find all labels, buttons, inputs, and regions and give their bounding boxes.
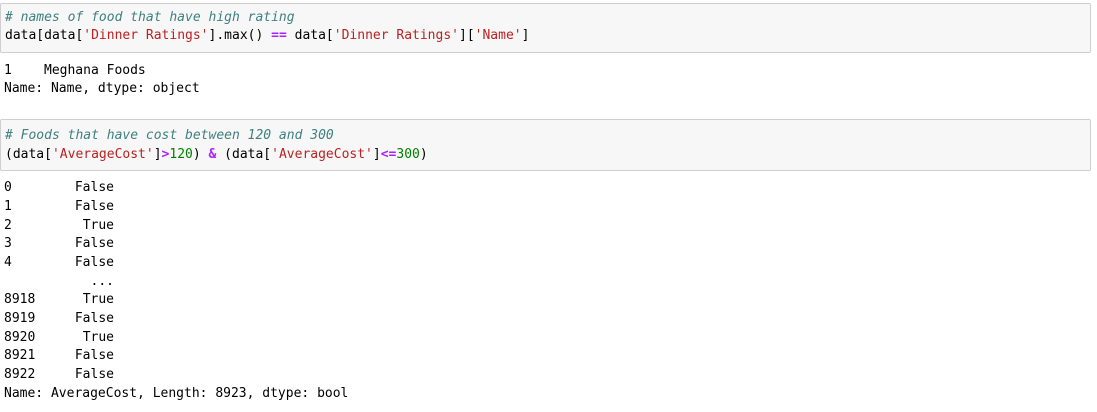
code-token: ].max() [208,28,272,43]
output-value: Meghana Foods [44,63,146,78]
code-token: data[ [286,28,334,43]
series-index: 2 [4,218,12,233]
code-cell-1-input[interactable]: # names of food that have high rating da… [0,3,1091,53]
series-index: 8921 [4,348,36,363]
series-value: False [74,180,114,195]
series-index: 8922 [4,367,36,382]
series-index: 8919 [4,311,36,326]
series-value: False [74,236,114,251]
series-index: 8918 [4,292,36,307]
series-index: 8920 [4,330,36,345]
code-line: data[data['Dinner Ratings'].max() == dat… [5,27,529,45]
series-index: 3 [4,236,12,251]
number-literal: 300 [396,147,420,162]
operator: == [271,28,287,43]
code-token: (data[ [216,147,272,162]
code-token: data[data[ [5,28,84,43]
series-index: 0 [4,180,12,195]
series-index: 1 [4,199,12,214]
code-cell-2-input[interactable]: # Foods that have cost between 120 and 3… [0,119,1091,171]
code-token: ][ [459,28,475,43]
series-value: False [74,255,114,270]
code-token: ] [153,147,162,162]
series-value: True [82,330,114,345]
series-value: True [82,218,114,233]
series-ellipsis: ... [90,274,114,289]
code-comment: # Foods that have cost between 120 and 3… [5,128,334,143]
code-comment: # names of food that have high rating [5,10,295,25]
string-literal: 'Dinner Ratings' [83,28,209,43]
series-value: False [74,311,114,326]
code-token: ) [419,147,428,162]
code-token: ] [372,147,381,162]
code-token: (data[ [5,147,52,162]
output-footer: Name: AverageCost, Length: 8923, dtype: … [4,386,349,401]
output-footer: Name: Name, dtype: object [4,81,200,96]
series-index: 4 [4,255,12,270]
series-value: False [74,367,114,382]
operator: <= [380,147,397,162]
code-token: ] [521,28,530,43]
string-literal: 'AverageCost' [271,147,373,162]
string-literal: 'Dinner Ratings' [333,28,459,43]
string-literal: 'AverageCost' [51,147,154,162]
code-token: ) [192,147,209,162]
series-value: False [74,348,114,363]
number-literal: 120 [169,147,193,162]
series-value: True [82,292,114,307]
series-value: False [74,199,114,214]
output-index: 1 [4,63,12,78]
string-literal: 'Name' [474,28,522,43]
code-line: (data['AverageCost']>120) & (data['Avera… [5,146,428,164]
